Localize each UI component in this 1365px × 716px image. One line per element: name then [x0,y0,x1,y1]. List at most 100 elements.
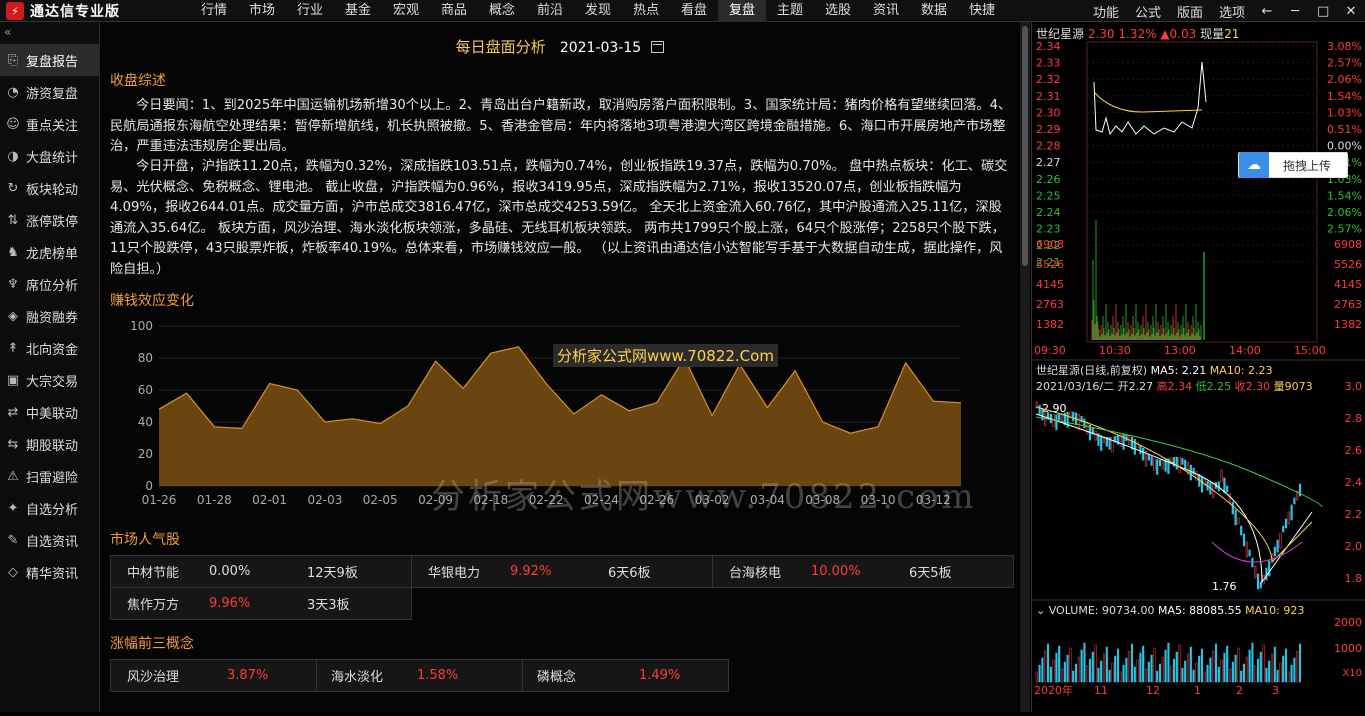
app-title: 通达信专业版 [30,1,120,21]
x-tick-label: 01-26 [142,493,177,507]
volume-bar [1134,667,1136,682]
volume-bar [1058,646,1060,682]
menu-item-13[interactable]: 选股 [814,0,862,22]
kline-candle [1179,457,1181,472]
sidebar-item-8[interactable]: ◈融资融券 [0,300,99,332]
stock-name: 中材节能 [111,562,209,581]
sidebar-item-9[interactable]: ↟北向资金 [0,332,99,364]
menu-item-9[interactable]: 热点 [622,0,670,22]
collapse-icon[interactable]: « [0,22,99,44]
menu-item-5[interactable]: 商品 [430,0,478,22]
minimize-icon[interactable]: ─ [1281,4,1309,19]
kline-candle [1254,566,1256,578]
menu-item-3[interactable]: 基金 [334,0,382,22]
sidebar-item-0[interactable]: ⎘复盘报告 [0,44,99,76]
pct-tick: 0.51% [1327,123,1362,136]
volume-tick-right: 5526 [1334,258,1362,271]
sidebar-item-6[interactable]: ♞龙虎榜单 [0,236,99,268]
volume-bar [1207,665,1209,682]
menu-item-2[interactable]: 行业 [286,0,334,22]
menu-item-0[interactable]: 行情 [190,0,238,22]
kline-candle [1086,422,1088,434]
kline-high-mark: 2.90 [1042,402,1067,415]
menu-item-4[interactable]: 宏观 [382,0,430,22]
menu-item-7[interactable]: 前沿 [526,0,574,22]
menu-item-10[interactable]: 看盘 [670,0,718,22]
volume-bar [1246,657,1248,682]
price-tick: 2.34 [1036,40,1061,53]
sidebar-item-13[interactable]: ⚠扫雷避险 [0,460,99,492]
menu-item-8[interactable]: 发现 [574,0,622,22]
price-tick: 2.27 [1036,156,1061,169]
sidebar-item-11[interactable]: ⇄中美联动 [0,396,99,428]
sidebar-item-label: 精华资讯 [26,563,78,582]
popular-cell[interactable]: 台海核电 10.00% 6天5板 [713,556,1014,588]
page-watermark: 分析家公式网www.70822.com [431,469,977,518]
popular-cell[interactable]: 焦作万方 9.96% 3天3板 [111,588,412,620]
menu-options[interactable]: 选项 [1211,2,1253,21]
sidebar-item-12[interactable]: ⇆期股联动 [0,428,99,460]
menu-item-6[interactable]: 概念 [478,0,526,22]
kline-candle [1184,460,1186,469]
volume-bar [1277,670,1279,682]
volume-bar [1263,645,1265,682]
maximize-icon[interactable]: □ [1309,4,1337,19]
sidebar-item-4[interactable]: ↻板块轮动 [0,172,99,204]
stock-board: 6天6板 [608,562,651,581]
concept-cell[interactable]: 磷概念 1.49% [523,660,729,692]
right-panel: 世纪星源 2.30 1.32% ▲0.03 现量212.342.332.322.… [1031,22,1365,712]
volume-bar [1098,668,1100,682]
volume-bar [1047,644,1049,682]
volume-bar [1162,657,1164,682]
kline-candle [1039,405,1041,414]
volume-bar [1212,651,1214,682]
menu-item-16[interactable]: 快捷 [958,0,1006,22]
menu-item-11[interactable]: 复盘 [718,0,766,22]
concept-cell[interactable]: 海水淡化 1.58% [317,660,523,692]
volume-bar [1145,669,1147,682]
sidebar-item-2[interactable]: ☺重点关注 [0,108,99,140]
volume-bar [1151,655,1153,682]
menu-formula[interactable]: 公式 [1127,2,1169,21]
kline-candle [1266,568,1268,580]
main-scrollbar[interactable] [1020,22,1030,712]
sidebar-item-14[interactable]: ✦自选分析 [0,492,99,524]
kline-candle [1280,533,1282,548]
volume-bar [1039,665,1041,682]
date-label[interactable]: 2021-03-15 [560,40,641,56]
kline-candle [1154,458,1156,470]
menu-item-12[interactable]: 主题 [766,0,814,22]
volume-bar [1243,664,1245,682]
popular-cell[interactable]: 华银电力 9.92% 6天6板 [412,556,713,588]
concept-cell[interactable]: 风沙治理 3.87% [111,660,317,692]
sidebar-item-3[interactable]: ◑大盘统计 [0,140,99,172]
calendar-icon[interactable] [651,41,664,53]
menu-layout[interactable]: 版面 [1169,2,1211,21]
sidebar-item-15[interactable]: ✎自选资讯 [0,524,99,556]
sidebar-item-16[interactable]: ◇精华资讯 [0,556,99,588]
volume-bar [1089,659,1091,682]
popular-cell[interactable]: 中材节能 0.00% 12天9板 [111,556,412,588]
title-bar: ⚡ 通达信专业版 行情市场行业基金宏观商品概念前沿发现热点看盘复盘主题选股资讯数… [0,0,1365,22]
menu-item-15[interactable]: 数据 [910,0,958,22]
sidebar-item-7[interactable]: ♆席位分析 [0,268,99,300]
sidebar-item-10[interactable]: ▣大宗交易 [0,364,99,396]
volume-bar [1117,649,1119,682]
volume-bar [1168,643,1170,682]
volume-bar [1056,653,1058,682]
time-label: 14:00 [1229,344,1261,357]
scroll-thumb[interactable] [1022,26,1028,266]
back-arrow-icon[interactable]: ← [1253,4,1281,19]
menu-item-1[interactable]: 市场 [238,0,286,22]
upload-button[interactable]: ☁ 拖拽上传 [1238,152,1348,178]
menu-function[interactable]: 功能 [1085,2,1127,21]
ma10-line [1036,407,1312,562]
kline-candle [1221,470,1223,482]
sidebar-item-5[interactable]: ⇅涨停跌停 [0,204,99,236]
sidebar-item-1[interactable]: ◔游资复盘 [0,76,99,108]
volume-bar [1131,644,1133,682]
menu-item-14[interactable]: 资讯 [862,0,910,22]
close-icon[interactable]: ✕ [1337,4,1365,19]
sidebar-item-label: 游资复盘 [26,83,78,102]
stock-pct: 9.92% [510,564,608,579]
